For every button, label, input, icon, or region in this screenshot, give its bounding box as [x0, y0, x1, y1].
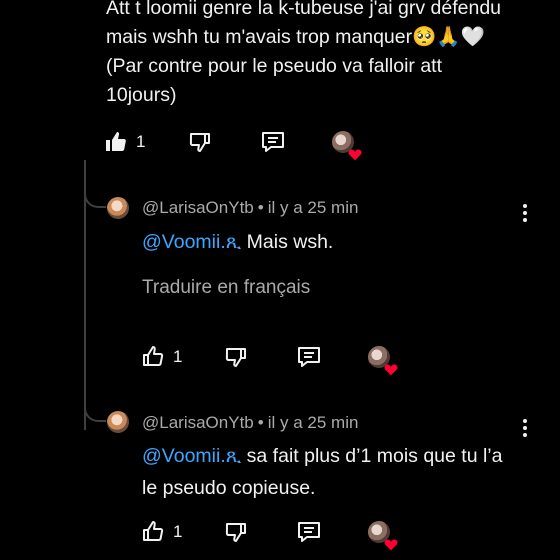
more-vert-icon[interactable]: [522, 204, 528, 225]
reply-text: @Voomii.ጺ sa fait plus d’1 mois que tu l…: [142, 440, 542, 504]
thumbs-up-icon: [143, 521, 164, 541]
reply-header: @LarisaOnYtb • il y a 25 min: [142, 413, 358, 433]
avatar[interactable]: [107, 411, 129, 433]
reply-comment-icon: [262, 132, 284, 152]
translate-link[interactable]: Traduire en français: [142, 277, 310, 299]
reply-text-line: le pseudo copieuse.: [142, 477, 316, 499]
creator-heart-badge: [332, 131, 362, 161]
dislike-button[interactable]: [224, 520, 248, 544]
mention-link[interactable]: @Voomii.ጺ: [142, 231, 241, 253]
reply-connector: [84, 400, 106, 422]
creator-heart-icon: [348, 149, 362, 161]
reply-connector: [84, 186, 106, 208]
main-comment-line: mais wshh tu m'avais trop manquer🥺🙏🤍: [106, 26, 485, 48]
main-comment-text: Att t loomii genre la k-tubeuse j'ai grv…: [106, 0, 546, 110]
mention-link[interactable]: @Voomii.ጺ: [142, 445, 241, 467]
like-count: 1: [173, 347, 183, 366]
creator-heart-badge: [368, 346, 398, 376]
separator: •: [257, 198, 264, 217]
like-count: 1: [173, 522, 183, 541]
thumbs-up-icon: [106, 132, 126, 151]
reply-text: @Voomii.ጺ Mais wsh.: [142, 226, 542, 258]
creator-heart-icon: [384, 539, 398, 551]
reply-actions: 1: [141, 520, 401, 551]
creator-heart-badge: [368, 521, 398, 551]
reply-text-line: sa fait plus d’1 mois que tu l’a: [241, 445, 503, 467]
reply-time: il y a 25 min: [267, 198, 359, 217]
reply-author[interactable]: @LarisaOnYtb: [142, 413, 254, 432]
reply-actions: 1: [141, 345, 401, 376]
main-comment-line: (Par contre pour le pseudo va falloir at…: [106, 55, 443, 77]
reply-button[interactable]: [296, 520, 322, 544]
more-vert-icon[interactable]: [522, 419, 528, 440]
main-comment-line: 10jours): [106, 84, 177, 106]
avatar[interactable]: [107, 197, 129, 219]
dislike-button[interactable]: [188, 130, 212, 154]
reply-time: il y a 25 min: [267, 413, 359, 432]
reply-button[interactable]: [296, 345, 322, 369]
reply-text-line: Mais wsh.: [241, 231, 334, 253]
thumbs-down-icon: [225, 523, 246, 542]
thumbs-down-icon: [189, 133, 210, 152]
main-comment-line: Att t loomii genre la k-tubeuse j'ai grv…: [106, 0, 502, 19]
dislike-button[interactable]: [224, 345, 248, 369]
reply-comment-icon: [298, 347, 320, 367]
thumbs-down-icon: [225, 348, 246, 367]
like-button[interactable]: 1: [141, 520, 182, 544]
like-button[interactable]: 1: [104, 130, 145, 154]
creator-heart-icon: [384, 364, 398, 376]
thumbs-up-icon: [143, 346, 164, 366]
like-button[interactable]: 1: [141, 345, 182, 369]
separator: •: [257, 413, 264, 432]
reply-button[interactable]: [260, 130, 286, 154]
reply-header: @LarisaOnYtb • il y a 25 min: [142, 198, 358, 218]
reply-author[interactable]: @LarisaOnYtb: [142, 198, 254, 217]
like-count: 1: [136, 132, 146, 151]
reply-comment-icon: [298, 522, 320, 542]
main-comment-actions: 1: [104, 130, 364, 161]
